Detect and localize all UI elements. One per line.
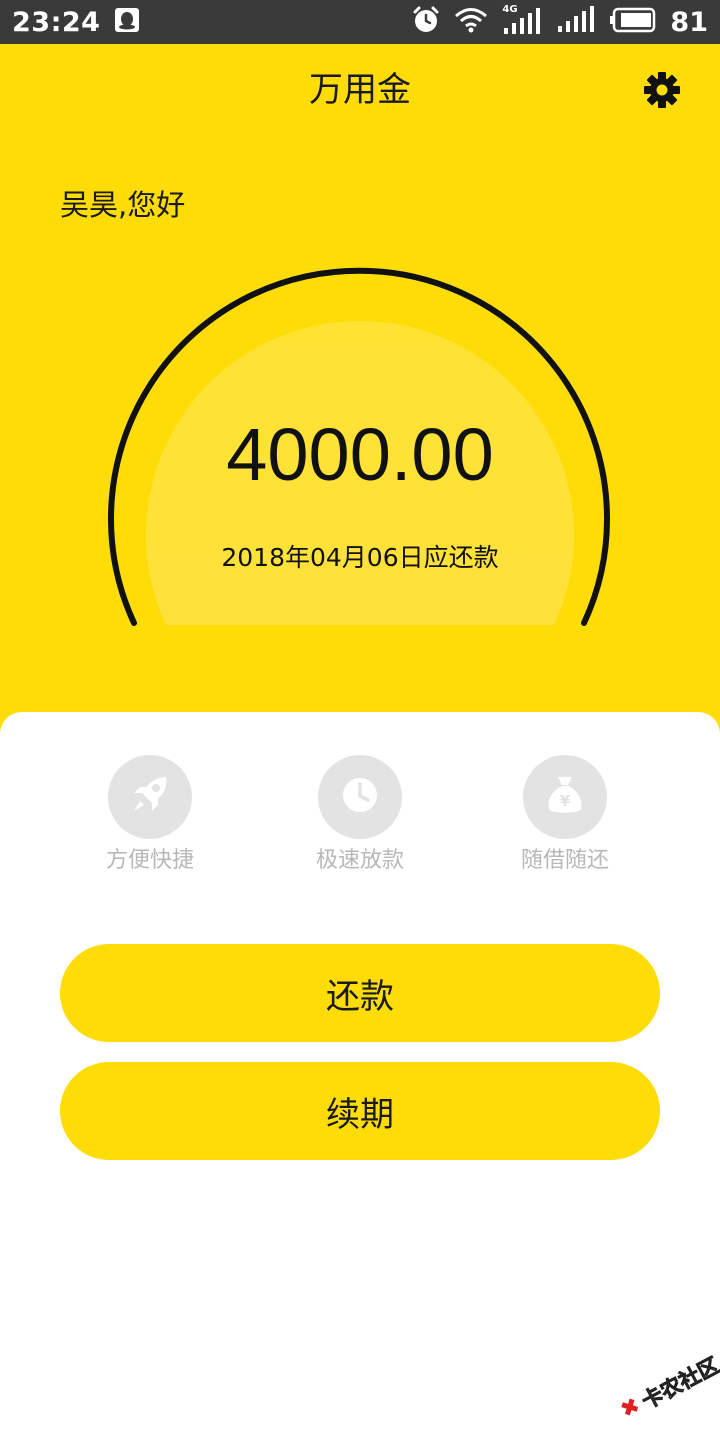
loan-amount: 4000.00 xyxy=(226,413,494,496)
gear-icon[interactable] xyxy=(642,70,682,110)
greeting-text: 吴昊,您好 xyxy=(60,188,186,222)
qq-icon xyxy=(114,7,140,37)
money-bag-icon: ¥ xyxy=(541,771,589,823)
wifi-icon xyxy=(454,6,488,38)
battery-level: 81 xyxy=(670,6,708,38)
watermark-logo: 卡农社区 xyxy=(621,1353,720,1416)
status-bar: 23:24 4G 81 xyxy=(0,0,720,44)
svg-text:¥: ¥ xyxy=(560,792,571,810)
feature-label: 方便快捷 xyxy=(105,848,194,873)
feature-icon-circle xyxy=(108,755,192,839)
watermark-text: 卡农社区 xyxy=(638,1353,720,1414)
feature-icon-circle: ¥ xyxy=(523,755,607,839)
signal-icon-4g: 4G xyxy=(502,4,542,36)
feature-fast-loan: 极速放款 xyxy=(270,755,450,875)
feature-convenient: 方便快捷 xyxy=(60,755,240,875)
clock-icon xyxy=(336,771,384,823)
due-date-text: 2018年04月06日应还款 xyxy=(221,543,499,572)
alarm-icon xyxy=(412,6,440,38)
rocket-icon xyxy=(126,771,174,823)
battery-icon xyxy=(610,7,656,37)
feature-flexible: ¥ 随借随还 xyxy=(475,755,655,875)
feature-label: 极速放款 xyxy=(315,848,404,873)
renew-button[interactable]: 续期 xyxy=(60,1062,660,1160)
signal-icon xyxy=(556,6,596,38)
page-title: 万用金 xyxy=(309,70,411,110)
feature-label: 随借随还 xyxy=(520,848,609,873)
status-time: 23:24 xyxy=(12,6,101,38)
feature-icon-circle xyxy=(318,755,402,839)
repay-button[interactable]: 还款 xyxy=(60,944,660,1042)
